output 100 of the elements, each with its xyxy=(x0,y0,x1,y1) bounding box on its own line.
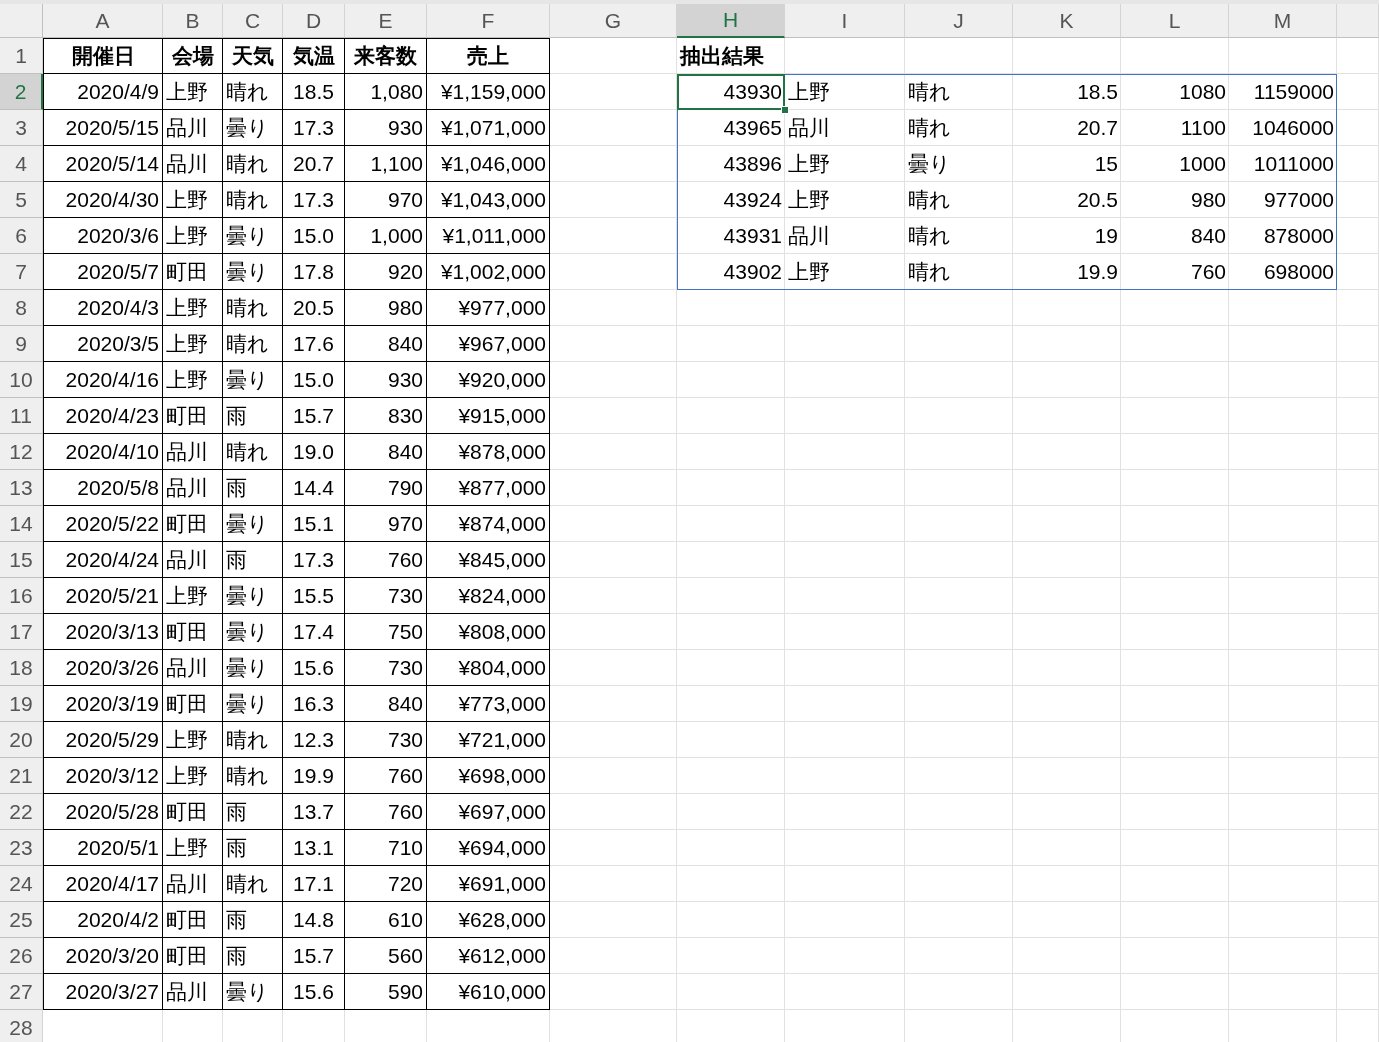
row-header[interactable]: 9 xyxy=(0,326,43,362)
table-cell: 43930 xyxy=(677,74,785,110)
column-header[interactable]: A xyxy=(43,4,163,38)
row-header[interactable]: 5 xyxy=(0,182,43,218)
table-cell: 840 xyxy=(345,434,427,470)
table-cell: ¥721,000 xyxy=(427,722,550,758)
column-header[interactable] xyxy=(1337,4,1379,38)
row-header[interactable]: 3 xyxy=(0,110,43,146)
table-cell: 2020/4/30 xyxy=(43,182,163,218)
table-cell: 17.4 xyxy=(283,614,345,650)
table-cell: 930 xyxy=(345,110,427,146)
table-cell: 980 xyxy=(345,290,427,326)
row-header[interactable]: 16 xyxy=(0,578,43,614)
row-header[interactable]: 17 xyxy=(0,614,43,650)
table-cell: 43924 xyxy=(677,182,785,218)
row-header[interactable]: 27 xyxy=(0,974,43,1010)
row-header[interactable]: 18 xyxy=(0,650,43,686)
column-header[interactable]: B xyxy=(163,4,223,38)
table-cell: 2020/3/12 xyxy=(43,758,163,794)
table-cell: 17.8 xyxy=(283,254,345,290)
table-cell: 13.1 xyxy=(283,830,345,866)
row-header[interactable]: 20 xyxy=(0,722,43,758)
table-cell: 760 xyxy=(345,542,427,578)
table-cell: 町田 xyxy=(163,902,223,938)
row-header[interactable]: 6 xyxy=(0,218,43,254)
row-header[interactable]: 8 xyxy=(0,290,43,326)
table-cell: 上野 xyxy=(163,290,223,326)
table-cell: 18.5 xyxy=(1013,74,1121,110)
column-header[interactable]: G xyxy=(550,4,677,38)
table-cell: 雨 xyxy=(223,830,283,866)
table-cell: 上野 xyxy=(785,74,905,110)
column-heading: 来客数 xyxy=(345,38,427,74)
row-header[interactable]: 15 xyxy=(0,542,43,578)
table-cell: ¥698,000 xyxy=(427,758,550,794)
column-header[interactable]: M xyxy=(1229,4,1337,38)
column-header[interactable]: I xyxy=(785,4,905,38)
table-cell-text: 19 xyxy=(1093,223,1119,249)
table-cell: 曇り xyxy=(223,614,283,650)
table-cell: 2020/3/20 xyxy=(43,938,163,974)
column-header[interactable]: C xyxy=(223,4,283,38)
table-cell: 曇り xyxy=(223,254,283,290)
column-header[interactable]: D xyxy=(283,4,345,38)
table-cell: 2020/5/28 xyxy=(43,794,163,830)
column-header[interactable]: F xyxy=(427,4,550,38)
table-cell: 12.3 xyxy=(283,722,345,758)
row-header[interactable]: 4 xyxy=(0,146,43,182)
column-header[interactable]: K xyxy=(1013,4,1121,38)
table-cell: 13.7 xyxy=(283,794,345,830)
column-header[interactable]: L xyxy=(1121,4,1229,38)
table-cell: ¥877,000 xyxy=(427,470,550,506)
table-cell: 750 xyxy=(345,614,427,650)
row-header[interactable]: 7 xyxy=(0,254,43,290)
row-header[interactable]: 13 xyxy=(0,470,43,506)
row-header[interactable]: 26 xyxy=(0,938,43,974)
row-header[interactable]: 12 xyxy=(0,434,43,470)
table-cell: 2020/5/15 xyxy=(43,110,163,146)
table-cell: 曇り xyxy=(223,578,283,614)
row-header[interactable]: 25 xyxy=(0,902,43,938)
row-header[interactable]: 24 xyxy=(0,866,43,902)
column-header[interactable]: J xyxy=(905,4,1013,38)
table-cell: 2020/3/27 xyxy=(43,974,163,1010)
table-cell: 19.9 xyxy=(1013,254,1121,290)
table-cell: 698000 xyxy=(1229,254,1337,290)
table-cell: 雨 xyxy=(223,542,283,578)
row-header[interactable]: 28 xyxy=(0,1010,43,1042)
table-cell-text: 品川 xyxy=(787,115,831,141)
table-cell: 晴れ xyxy=(223,434,283,470)
table-cell: 2020/5/1 xyxy=(43,830,163,866)
row-header[interactable]: 19 xyxy=(0,686,43,722)
row-header[interactable]: 11 xyxy=(0,398,43,434)
row-header[interactable]: 2 xyxy=(0,74,43,110)
column-header[interactable]: H xyxy=(677,4,785,38)
row-header[interactable]: 23 xyxy=(0,830,43,866)
row-header[interactable]: 10 xyxy=(0,362,43,398)
select-all-corner[interactable] xyxy=(0,4,43,38)
table-cell: 2020/5/7 xyxy=(43,254,163,290)
table-cell: ¥824,000 xyxy=(427,578,550,614)
table-cell: 760 xyxy=(1121,254,1229,290)
table-cell: ¥1,046,000 xyxy=(427,146,550,182)
table-cell: 上野 xyxy=(163,326,223,362)
table-cell: 2020/3/26 xyxy=(43,650,163,686)
table-cell: 品川 xyxy=(163,866,223,902)
table-cell: 品川 xyxy=(163,470,223,506)
table-cell: 町田 xyxy=(163,938,223,974)
column-header[interactable]: E xyxy=(345,4,427,38)
table-cell: 970 xyxy=(345,182,427,218)
table-cell: 14.4 xyxy=(283,470,345,506)
row-header[interactable]: 1 xyxy=(0,38,43,74)
table-cell: 970 xyxy=(345,506,427,542)
table-cell: ¥612,000 xyxy=(427,938,550,974)
table-cell: 710 xyxy=(345,830,427,866)
table-cell-text: 980 xyxy=(1189,187,1227,213)
row-header[interactable]: 21 xyxy=(0,758,43,794)
row-header[interactable]: 14 xyxy=(0,506,43,542)
fill-handle[interactable] xyxy=(781,106,789,114)
table-cell: 2020/5/8 xyxy=(43,470,163,506)
table-cell: 14.8 xyxy=(283,902,345,938)
row-header[interactable]: 22 xyxy=(0,794,43,830)
table-cell-text: 曇り xyxy=(907,151,952,177)
table-cell: 町田 xyxy=(163,254,223,290)
